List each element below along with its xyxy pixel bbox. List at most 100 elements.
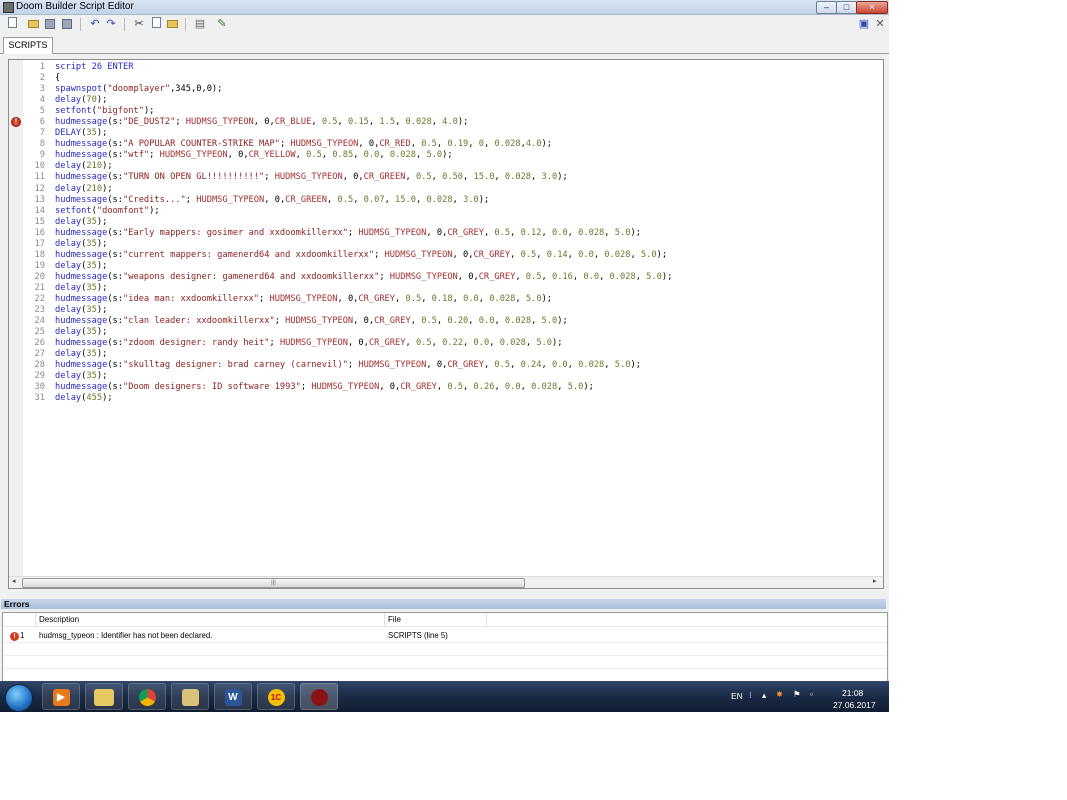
paste-button[interactable] [165, 17, 179, 31]
pin-button[interactable]: ▣ [857, 17, 871, 31]
code-line[interactable]: 12 delay(210); [23, 184, 881, 195]
code-token: script 26 ENTER [55, 62, 134, 72]
volume-icon[interactable]: ▫ [810, 689, 813, 699]
clock-time[interactable]: 21:08 [842, 688, 863, 698]
code-line[interactable]: 24 hudmessage(s:"clan leader: xxdoomkille… [23, 316, 881, 327]
line-number: 22 [34, 293, 45, 304]
code-line[interactable]: 19 delay(35); [23, 261, 881, 272]
code-line[interactable]: 16 hudmessage(s:"Early mappers: gosimer a… [23, 228, 881, 239]
input-icon[interactable]: ⁝ [749, 690, 752, 701]
horizontal-scrollbar[interactable]: ◂ ||| ▸ [9, 576, 883, 588]
taskbar-doom-builder[interactable] [300, 683, 338, 710]
code-line[interactable]: 26 hudmessage(s:"zdoom designer: randy he… [23, 338, 881, 349]
code-line[interactable]: 29 delay(35); [23, 371, 881, 382]
code-line[interactable]: 14 setfont("doomfont"); [23, 206, 881, 217]
code-line[interactable]: 8 hudmessage(s:"A POPULAR COUNTER-STRIKE … [23, 139, 881, 150]
code-editor[interactable]: ! 1 script 26 ENTER 2{3 spawnspot("doomplay… [8, 59, 884, 589]
code-line[interactable]: 21 delay(35); [23, 283, 881, 294]
code-line[interactable]: 9 hudmessage(s:"wtf"; HUDMSG_TYPEON, 0,CR… [23, 150, 881, 161]
error-row-file[interactable]: SCRIPTS (line 5) [385, 629, 448, 642]
compile-button[interactable]: ▤ [193, 17, 207, 31]
save-button[interactable] [43, 17, 57, 31]
code-line[interactable]: 5 setfont("bigfont"); [23, 106, 881, 117]
code-line[interactable]: 18 hudmessage(s:"current mappers: gamener… [23, 250, 881, 261]
cut-button[interactable]: ✂ [132, 17, 146, 31]
taskbar-chrome[interactable] [128, 683, 166, 710]
column-index [3, 613, 36, 627]
copy-button[interactable] [149, 17, 163, 31]
scroll-right-icon[interactable]: ▸ [873, 577, 877, 587]
code-line[interactable]: 7 DELAY(35); [23, 128, 881, 139]
tray-app-icon[interactable]: ✸ [776, 689, 783, 700]
code-token: 15.0 [473, 172, 495, 183]
code-line[interactable]: 2{ [23, 73, 881, 84]
code-line[interactable]: 23 delay(35); [23, 305, 881, 316]
app-icon [3, 2, 14, 13]
taskbar-file-manager[interactable] [171, 683, 209, 710]
column-file[interactable]: File [385, 613, 487, 627]
code-token: "Doom designers: ID software 1993" [123, 382, 301, 393]
code-token: , 0, [379, 382, 401, 393]
new-script-button[interactable] [5, 17, 19, 31]
line-number: 18 [34, 249, 45, 260]
toolbar-separator [185, 18, 186, 31]
code-line[interactable]: 10 delay(210); [23, 161, 881, 172]
save-all-button[interactable] [60, 17, 74, 31]
close-button[interactable]: × [856, 1, 888, 14]
code-token: , [520, 382, 532, 393]
taskbar-file-explorer[interactable] [85, 683, 123, 710]
code-line[interactable]: 30 hudmessage(s:"Doom designers: ID softw… [23, 382, 881, 393]
code-token: delay [55, 161, 82, 172]
code-line[interactable]: 25 delay(35); [23, 327, 881, 338]
maximize-button[interactable]: □ [836, 1, 857, 14]
line-number: 20 [34, 271, 45, 282]
line-number: 12 [34, 183, 45, 194]
code-token: ); [442, 150, 453, 161]
start-button[interactable] [5, 684, 33, 712]
error-row-description[interactable]: hudmsg_typeon : Identifier has not been … [36, 629, 212, 642]
code-line[interactable]: 28 hudmessage(s:"skulltag designer: brad … [23, 360, 881, 371]
close-editor-button[interactable]: ✕ [873, 17, 887, 31]
redo-button[interactable]: ↷ [104, 17, 118, 31]
code-line[interactable]: 22 hudmessage(s:"idea man: xxdoomkillerxx… [23, 294, 881, 305]
code-line[interactable]: 20 hudmessage(s:"weapons designer: gamene… [23, 272, 881, 283]
code-line[interactable]: 17 delay(35); [23, 239, 881, 250]
code-line[interactable]: 13 hudmessage(s:"Credits..."; HUDMSG_TYPE… [23, 195, 881, 206]
code-lines[interactable]: 1 script 26 ENTER 2{3 spawnspot("doomplayer… [23, 62, 881, 404]
code-token: "bigfont" [96, 106, 144, 117]
taskbar-word[interactable]: W [214, 683, 252, 710]
scroll-left-icon[interactable]: ◂ [12, 577, 16, 587]
code-token: 0.20 [447, 316, 469, 327]
script-tool-button[interactable]: ✎ [215, 17, 229, 31]
undo-button[interactable]: ↶ [88, 17, 102, 31]
taskbar-media-player[interactable]: ▶ [42, 683, 80, 710]
code-token: , 0, [358, 139, 380, 150]
code-token: hudmessage [55, 249, 108, 260]
open-button[interactable] [26, 17, 40, 31]
clock-date[interactable]: 27.06.2017 [833, 700, 876, 710]
code-line[interactable]: 6 hudmessage(s:"DE_DUST2"; HUDMSG_TYPEON,… [23, 117, 881, 128]
taskbar-1c[interactable]: 1С [257, 683, 295, 710]
scrollbar-thumb[interactable]: ||| [22, 578, 525, 588]
tab-scripts[interactable]: SCRIPTS [3, 37, 53, 54]
show-hidden-icons[interactable]: ▴ [762, 690, 766, 701]
code-token: 0.028 [531, 382, 558, 393]
code-line[interactable]: 27 delay(35); [23, 349, 881, 360]
column-description[interactable]: Description [36, 613, 385, 627]
code-line[interactable]: 31 delay(455); [23, 393, 881, 404]
code-token: , [531, 316, 542, 327]
code-line[interactable]: 4 delay(70); [23, 95, 881, 106]
language-indicator[interactable]: EN [731, 691, 743, 701]
code-line[interactable]: 1 script 26 ENTER [23, 62, 881, 73]
code-line[interactable]: 3 spawnspot("doomplayer",345,0,0); [23, 84, 881, 95]
code-token: delay [55, 327, 82, 338]
error-row-index[interactable]: 1 [17, 629, 24, 642]
code-line[interactable]: 11 hudmessage(s:"TURN ON OPEN GL!!!!!!!!!… [23, 172, 881, 183]
code-token: 0.028 [504, 316, 532, 327]
minimize-button[interactable]: – [816, 1, 837, 14]
code-line[interactable]: 15 delay(35); [23, 217, 881, 228]
network-icon[interactable]: ⚑ [793, 689, 801, 700]
code-token: HUDMSG_TYPEON [290, 139, 359, 150]
code-token: , [483, 360, 495, 371]
copy-icon [151, 17, 161, 28]
